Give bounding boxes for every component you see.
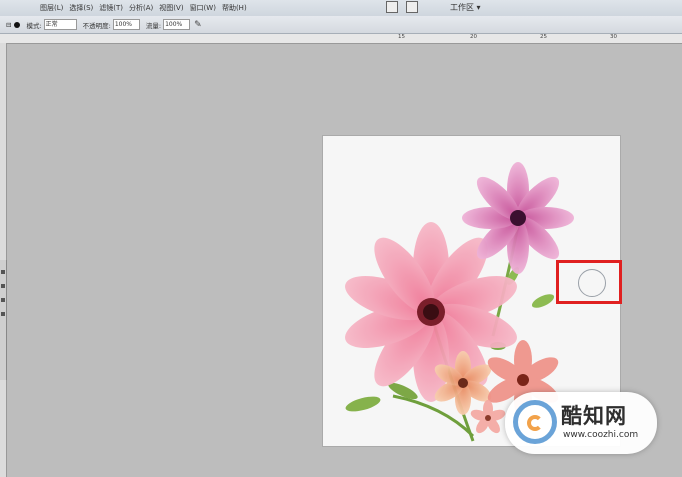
watermark-url: www.coozhi.com [563, 430, 639, 440]
flow-label: 流量: [145, 21, 162, 30]
tools-panel [0, 260, 7, 380]
mode-select[interactable]: 正常 [43, 19, 77, 30]
mode-label: 模式: [26, 21, 42, 30]
opacity-field[interactable]: 100% [112, 19, 140, 30]
brush-cursor-icon [578, 269, 606, 297]
brush-preset[interactable]: ⊟ [6, 21, 21, 29]
menu-item-view[interactable]: 视图(V) [159, 3, 183, 13]
tool-button[interactable] [1, 312, 5, 316]
tool-button[interactable] [1, 298, 5, 302]
opacity-label: 不透明度: [82, 21, 111, 30]
menu-item-help[interactable]: 帮助(H) [222, 3, 247, 13]
menu-item-select[interactable]: 选择(S) [69, 3, 93, 13]
ruler-horizontal: 15 20 25 30 [0, 34, 682, 44]
ruler-number: 20 [470, 34, 477, 40]
coozhi-logo-icon [513, 400, 557, 444]
tool-button[interactable] [1, 284, 5, 288]
ruler-number: 25 [540, 34, 547, 40]
flow-field[interactable]: 100% [163, 19, 191, 30]
workspace-switcher[interactable]: 工作区 ▾ [450, 2, 481, 13]
menu-item-layer[interactable]: 图层(L) [40, 3, 63, 13]
tool-options-bar: ⊟ 模式: 正常 不透明度: 100% 流量: 100% ✎ [0, 16, 682, 34]
menu-item-analysis[interactable]: 分析(A) [129, 3, 153, 13]
camera-icon[interactable] [406, 1, 418, 13]
menu-item-window[interactable]: 窗口(W) [190, 3, 216, 13]
ruler-number: 15 [398, 34, 405, 40]
watermark-title: 酷知网 [561, 404, 627, 428]
tool-button[interactable] [1, 270, 5, 274]
brush-tip-icon [14, 21, 21, 28]
airbrush-icon[interactable]: ✎ [194, 20, 204, 30]
screen-mode-icon[interactable] [386, 1, 398, 13]
menu-item-filter[interactable]: 滤镜(T) [99, 3, 123, 13]
ruler-number: 30 [610, 34, 617, 40]
watermark-badge: 酷知网 www.coozhi.com [505, 392, 657, 454]
app-bar-tools: 工作区 ▾ [386, 1, 481, 13]
menu-bar: 图层(L) 选择(S) 滤镜(T) 分析(A) 视图(V) 窗口(W) 帮助(H… [0, 0, 682, 17]
